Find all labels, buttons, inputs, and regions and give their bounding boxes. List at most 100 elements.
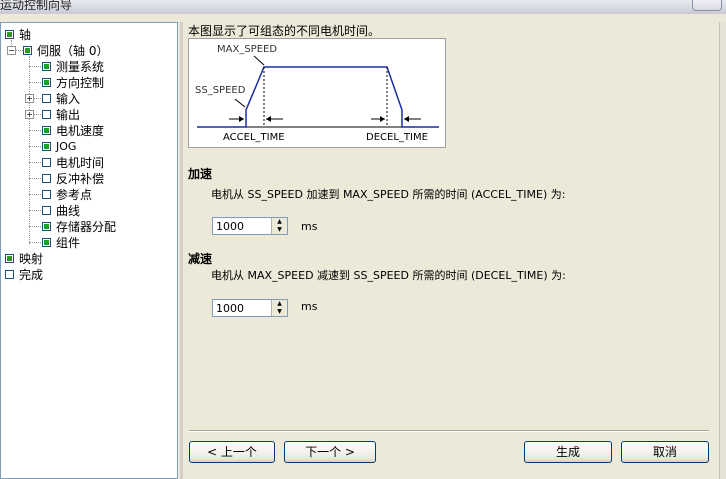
tree-item-measurement-system[interactable]: 测量系统: [42, 58, 104, 74]
tree-item-finish[interactable]: 完成: [5, 266, 43, 282]
decel-time-input[interactable]: [213, 300, 274, 316]
decel-description: 电机从 MAX_SPEED 减速到 SS_SPEED 所需的时间 (DECEL_…: [211, 269, 566, 282]
arrow-head-icon: [380, 116, 385, 122]
tree-connector: [15, 50, 23, 51]
tree-item-backlash-compensation[interactable]: 反冲补偿: [42, 170, 104, 186]
tree-item-label: 电机时间: [56, 155, 105, 170]
arrow-head-icon: [239, 116, 244, 122]
tree-item-label: 方向控制: [56, 75, 105, 90]
window-title: 运动控制向导: [0, 0, 73, 12]
spin-down-icon[interactable]: ▼: [271, 226, 287, 234]
accel-time-input[interactable]: [213, 218, 274, 234]
tree-connector: [29, 56, 30, 244]
tree-item-label: 输入: [56, 91, 81, 106]
tree-item-motor-time[interactable]: 电机时间: [42, 154, 104, 170]
tree-item-direction-control[interactable]: 方向控制: [42, 74, 104, 90]
title-bar: 运动控制向导: [0, 0, 726, 14]
tree-item-mapping[interactable]: 映射: [5, 250, 43, 266]
tree-connector: [29, 162, 41, 163]
decel-heading: 减速: [188, 252, 213, 266]
checkbox-icon: [42, 141, 51, 151]
tree-connector: [29, 226, 41, 227]
cancel-button[interactable]: 取消: [621, 441, 709, 463]
checkbox-icon: [42, 125, 51, 135]
arrow-head-icon: [266, 116, 271, 122]
tree-item-label: 电机速度: [56, 123, 105, 138]
tree-item-profile[interactable]: 曲线: [42, 202, 80, 218]
decel-time-stepper[interactable]: ▲ ▼: [212, 299, 288, 317]
tree-item-outputs[interactable]: 输出: [42, 106, 80, 122]
tree-connector: [33, 98, 41, 99]
decel-time-label: DECEL_TIME: [366, 132, 428, 143]
checkbox-icon: [42, 173, 51, 183]
tree-item-label: 轴: [19, 27, 32, 42]
checkbox-icon: [42, 109, 51, 119]
tree-item-label: JOG: [56, 139, 77, 153]
tree-connector: [29, 242, 41, 243]
accel-time-label: ACCEL_TIME: [223, 132, 285, 143]
button-divider: [189, 430, 709, 432]
tree-connector: [29, 178, 41, 179]
max-speed-leader: [253, 55, 265, 66]
tree-item-label: 测量系统: [56, 59, 105, 74]
checkbox-icon: [42, 205, 51, 215]
tree-connector: [29, 82, 41, 83]
next-button[interactable]: 下一个 >: [284, 441, 376, 463]
close-button[interactable]: [692, 0, 722, 11]
checkbox-icon: [42, 221, 51, 231]
expand-icon[interactable]: +: [25, 110, 34, 119]
speed-profile-svg: MAX_SPEED SS_SPEED ACCEL_TIME DECEL_TIME: [195, 44, 439, 143]
arrow-head-icon: [404, 116, 409, 122]
max-speed-label: MAX_SPEED: [217, 44, 277, 55]
checkbox-icon: [42, 77, 51, 87]
checkbox-icon: [5, 253, 14, 263]
expand-icon[interactable]: +: [25, 94, 34, 103]
diagram-description: 本图显示了可组态的不同电机时间。: [188, 24, 381, 38]
accel-time-stepper[interactable]: ▲ ▼: [212, 217, 288, 235]
checkbox-icon: [5, 269, 14, 279]
ss-speed-label: SS_SPEED: [195, 85, 246, 96]
tree-item-motor-speed[interactable]: 电机速度: [42, 122, 104, 138]
tree-item-inputs[interactable]: 输入: [42, 90, 80, 106]
tree-item-label: 完成: [19, 267, 44, 282]
tree-item-label: 存储器分配: [56, 219, 117, 234]
tree-item-components[interactable]: 组件: [42, 234, 80, 250]
window-edge: [719, 22, 726, 479]
tree-connector: [29, 146, 41, 147]
tree-item-label: 曲线: [56, 203, 81, 218]
checkbox-icon: [23, 45, 32, 55]
accel-heading: 加速: [188, 167, 213, 181]
tree-item-memory-allocation[interactable]: 存储器分配: [42, 218, 116, 234]
tree-item-label: 伺服（轴 0）: [37, 43, 109, 58]
tree-connector: [29, 194, 41, 195]
checkbox-icon: [5, 29, 14, 39]
tree-item-axis[interactable]: 轴: [5, 26, 31, 42]
tree-item-label: 反冲补偿: [56, 171, 105, 186]
decel-unit: ms: [301, 300, 318, 313]
tree-item-reference-point[interactable]: 参考点: [42, 186, 92, 202]
tree-item-label: 组件: [56, 235, 81, 250]
tree-item-label: 参考点: [56, 187, 93, 202]
collapse-icon[interactable]: −: [7, 46, 16, 55]
speed-profile-curve: [197, 66, 439, 128]
generate-button[interactable]: 生成: [524, 441, 612, 463]
accel-description: 电机从 SS_SPEED 加速到 MAX_SPEED 所需的时间 (ACCEL_…: [211, 188, 566, 201]
tree-connector: [29, 130, 41, 131]
checkbox-icon: [42, 93, 51, 103]
wizard-tree: − + + 轴 伺服（轴 0） 测量系统 方向控制 输入 输出 电机速度 JOG…: [0, 22, 178, 479]
speed-profile-diagram: MAX_SPEED SS_SPEED ACCEL_TIME DECEL_TIME: [188, 38, 446, 148]
spin-down-icon[interactable]: ▼: [271, 308, 287, 316]
ss-speed-leader: [234, 98, 246, 108]
checkbox-icon: [42, 237, 51, 247]
tree-item-servo-axis-0[interactable]: 伺服（轴 0）: [23, 42, 108, 58]
prev-button[interactable]: < 上一个: [189, 441, 275, 463]
tree-item-label: 映射: [19, 251, 44, 266]
tree-item-jog[interactable]: JOG: [42, 138, 76, 154]
accel-unit: ms: [301, 220, 318, 233]
spin-up-icon[interactable]: ▲: [271, 300, 287, 308]
checkbox-icon: [42, 189, 51, 199]
spin-up-icon[interactable]: ▲: [271, 218, 287, 226]
tree-item-label: 输出: [56, 107, 81, 122]
content-panel: 本图显示了可组态的不同电机时间。 MAX_SPEED SS_SPEED ACCE…: [183, 22, 719, 479]
checkbox-icon: [42, 61, 51, 71]
